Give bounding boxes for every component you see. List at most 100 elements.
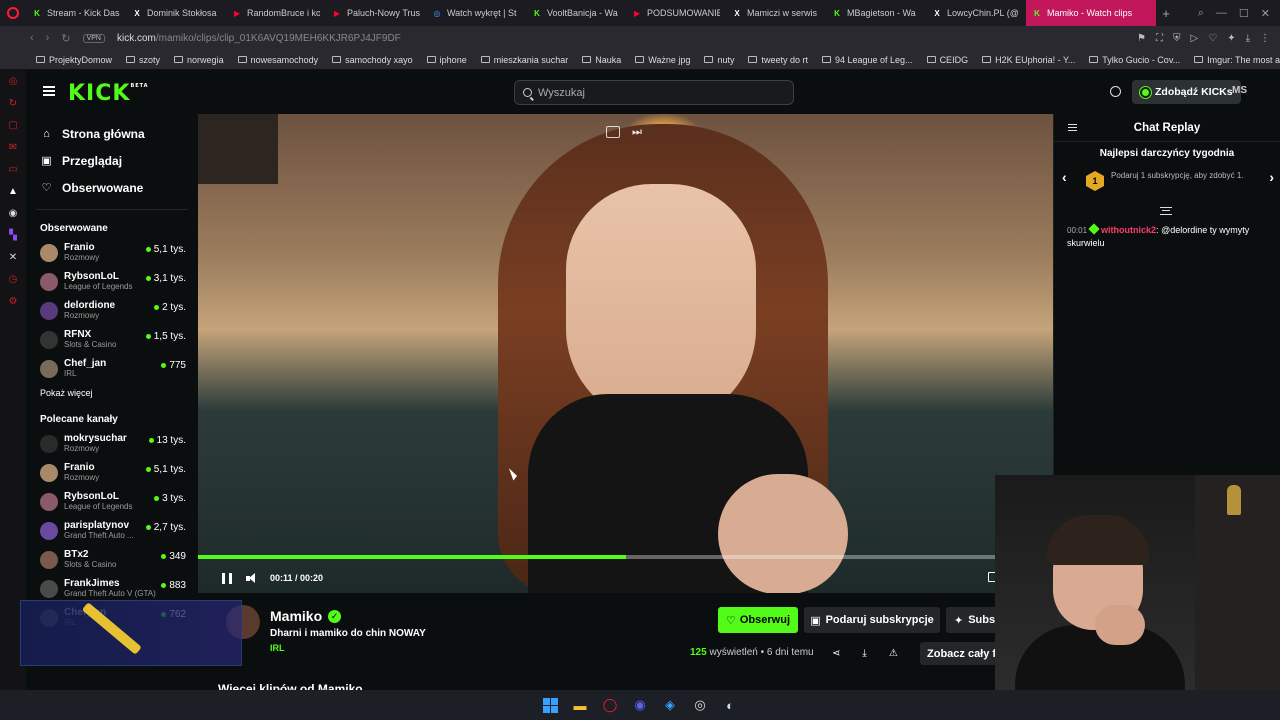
new-tab-button[interactable]: +	[1156, 6, 1176, 21]
screenshot-icon[interactable]: ⛶	[1156, 33, 1163, 44]
popout-icon[interactable]	[606, 126, 620, 138]
sidebar-channel[interactable]: RybsonLoL League of Legends 3,1 tys.	[26, 267, 198, 296]
messenger-icon[interactable]: ◎	[0, 70, 26, 92]
sidebar-channel[interactable]: FrankJimes Grand Theft Auto V (GTA) 883	[26, 574, 198, 603]
bookmark-item[interactable]: H2K EUphoria! - Y...	[982, 55, 1075, 65]
kick-logo[interactable]: KICKBETA	[68, 81, 149, 106]
video-player[interactable]: ⏭ 00:11 / 00:20	[198, 114, 1053, 593]
search-tabs-icon[interactable]: ⌕	[1198, 7, 1204, 20]
follow-button[interactable]: ♡ Obserwuj	[718, 607, 798, 633]
x-icon[interactable]: ✕	[0, 246, 26, 268]
sidebar-nav-item[interactable]: ♡ Obserwowane	[26, 174, 198, 201]
message-username[interactable]: withoutnick2	[1101, 225, 1156, 235]
download-icon[interactable]: ⤓	[1246, 33, 1250, 44]
sidebar-channel[interactable]: Franio Rozmowy 5,1 tys.	[26, 458, 198, 487]
volume-icon[interactable]	[246, 572, 258, 584]
watch-full-button[interactable]: Zobacz cały film	[920, 642, 996, 665]
shield-icon[interactable]: ⛨	[1173, 33, 1181, 44]
browser-tab[interactable]: ▶ PODSUMOWANIE	[626, 0, 726, 26]
sidebar-channel[interactable]: BTx2 Slots & Casino 349	[26, 545, 198, 574]
bookmark-item[interactable]: samochody xayo	[332, 55, 413, 65]
bookmark-item[interactable]: Ważne jpg	[635, 55, 690, 65]
twitch-icon[interactable]: ▚	[0, 224, 26, 246]
bookmark-item[interactable]: nowesamochody	[237, 55, 318, 65]
browser-tab[interactable]: K Mamiko - Watch clips	[1026, 0, 1156, 26]
player-icon[interactable]: ▭	[0, 158, 26, 180]
video-progress-bar[interactable]	[198, 555, 1053, 559]
mail-icon[interactable]: ✉	[0, 136, 26, 158]
sidebar-channel[interactable]: RybsonLoL League of Legends 3 tys.	[26, 487, 198, 516]
sidebar-channel[interactable]: parisplatynov Grand Theft Auto ... 2,7 t…	[26, 516, 198, 545]
menu-icon[interactable]: ⋮	[1260, 33, 1270, 44]
file-explorer-icon[interactable]: ▬	[570, 695, 590, 715]
browser-tab[interactable]: ◎ Watch wykręt | St	[426, 0, 526, 26]
gift-subs-button[interactable]: ▣ Podaruj subskrypcje	[804, 607, 940, 633]
bookmark-item[interactable]: nuty	[704, 55, 734, 65]
bookmark-item[interactable]: iphone	[426, 55, 467, 65]
sidebar-channel[interactable]: Chef_jan IRL 775	[26, 354, 198, 383]
steam-icon[interactable]: ◐	[720, 695, 740, 715]
opera-logo-icon[interactable]	[0, 0, 26, 26]
kick-circle-icon[interactable]	[1110, 86, 1121, 97]
close-window-icon[interactable]: ✕	[1261, 7, 1270, 20]
sidebar-channel[interactable]: RFNX Slots & Casino 1,5 tys.	[26, 325, 198, 354]
extensions-icon[interactable]: ✦	[1227, 33, 1235, 44]
bookmark-item[interactable]: Tylko Gucio - Cov...	[1089, 55, 1180, 65]
chevron-right-icon[interactable]: ›	[1269, 169, 1274, 185]
sidebar-channel[interactable]: delordione Rozmowy 2 tys.	[26, 296, 198, 325]
share-icon[interactable]: ⋖	[832, 648, 840, 659]
settings-icon[interactable]: ⚙	[0, 290, 26, 312]
search-input[interactable]	[538, 86, 778, 99]
bookmark-item[interactable]: Imgur: The most a...	[1194, 55, 1280, 65]
history-icon[interactable]: ↻	[0, 92, 26, 114]
clip-category[interactable]: IRL	[270, 643, 285, 653]
browser-tab[interactable]: ▶ RandomBruce i ko	[226, 0, 326, 26]
browser-tab[interactable]: X Mamiczi w serwis	[726, 0, 826, 26]
opera-taskbar-icon[interactable]: ◯	[600, 695, 620, 715]
forward-icon[interactable]: ›	[46, 32, 50, 44]
reload-icon[interactable]: ↻	[61, 32, 70, 45]
aria-icon[interactable]: ▲	[0, 180, 26, 202]
pause-icon[interactable]	[222, 572, 232, 584]
browser-tab[interactable]: K VooltBanicja - Wa	[526, 0, 626, 26]
chevron-left-icon[interactable]: ‹	[1062, 169, 1067, 185]
vpn-badge[interactable]: VPN	[82, 33, 105, 43]
browser-tab[interactable]: X Dominik Stokłosa	[126, 0, 226, 26]
sidebar-channel[interactable]: mokrysuchar Rozmowy 13 tys.	[26, 429, 198, 458]
channel-name[interactable]: Mamiko	[270, 608, 322, 624]
whatsapp-icon[interactable]: ◉	[0, 202, 26, 224]
maximize-icon[interactable]: ☐	[1239, 7, 1249, 20]
chrome-icon[interactable]: ◎	[690, 695, 710, 715]
back-icon[interactable]: ‹	[30, 32, 34, 44]
url-field[interactable]: kick.com/mamiko/clips/clip_01K6AVQ19MEH6…	[117, 33, 401, 44]
discord-icon[interactable]: ◉	[630, 695, 650, 715]
browser-tab[interactable]: X LowcyChin.PL (@	[926, 0, 1026, 26]
bookmark-item[interactable]: tweety do rt	[748, 55, 808, 65]
chat-filter-icon[interactable]	[1160, 207, 1172, 215]
windows-start-icon[interactable]	[540, 695, 560, 715]
heart-icon[interactable]: ♡	[1208, 33, 1217, 44]
bookmark-item[interactable]: CEIDG	[926, 55, 968, 65]
bookmark-item[interactable]: mieszkania suchar	[480, 55, 568, 65]
collapse-chat-icon[interactable]	[1068, 124, 1077, 131]
subscribe-button[interactable]: ✦ Subskrybuj	[946, 607, 996, 633]
download-clip-icon[interactable]: ⤓	[862, 648, 866, 659]
sidebar-nav-item[interactable]: ⌂ Strona główna	[26, 120, 198, 147]
browser-tab[interactable]: K Stream - Kick Dash	[26, 0, 126, 26]
bag-icon[interactable]: ▢	[0, 114, 26, 136]
skip-icon[interactable]: ⏭	[632, 126, 642, 138]
bookmark-icon[interactable]: ⚑	[1137, 33, 1146, 44]
bookmark-item[interactable]: Nauka	[582, 55, 621, 65]
minimize-icon[interactable]: —	[1216, 7, 1227, 20]
browser-tab[interactable]: ▶ Paluch-Nowy Trus	[326, 0, 426, 26]
search-box[interactable]	[514, 80, 794, 105]
hamburger-menu-icon[interactable]	[43, 86, 55, 96]
sidebar-nav-item[interactable]: ▣ Przeglądaj	[26, 147, 198, 174]
bookmark-item[interactable]: ProjektyDomow	[36, 55, 112, 65]
play-icon[interactable]: ▷	[1191, 33, 1199, 44]
get-kicks-button[interactable]: Zdobądź KICKs	[1132, 80, 1241, 104]
messenger-taskbar-icon[interactable]: ◈	[660, 695, 680, 715]
clock-icon[interactable]: ◷	[0, 268, 26, 290]
show-more-link[interactable]: Pokaż więcej	[26, 383, 198, 403]
user-avatar[interactable]: MS	[1232, 85, 1247, 96]
